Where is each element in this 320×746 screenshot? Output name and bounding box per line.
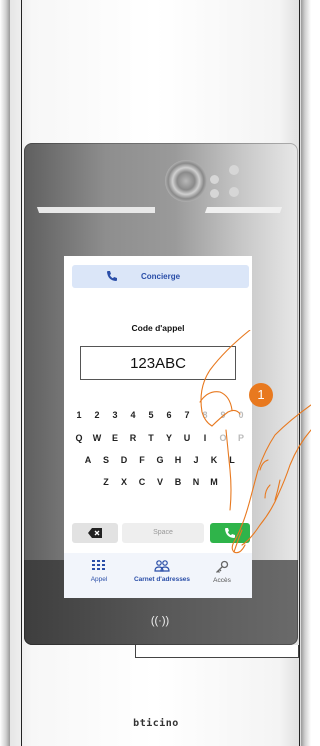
- sensor-dot: [229, 165, 239, 175]
- grid-icon: [92, 560, 105, 570]
- concierge-button[interactable]: Concierge: [72, 265, 249, 288]
- key-1[interactable]: 1: [70, 410, 88, 420]
- frame-line-left: [21, 0, 22, 746]
- key-f[interactable]: F: [133, 455, 151, 465]
- nav-label-appel: Appel: [90, 576, 108, 583]
- camera-icon: [165, 160, 207, 202]
- key-x[interactable]: X: [115, 477, 133, 487]
- card-slot: [135, 645, 299, 658]
- brand-logo: bticino: [133, 718, 179, 729]
- key-q[interactable]: Q: [70, 433, 88, 443]
- nfc-reader-icon: ((·)): [150, 615, 170, 627]
- key-r[interactable]: R: [124, 433, 142, 443]
- key-e[interactable]: E: [106, 433, 124, 443]
- key-3[interactable]: 3: [106, 410, 124, 420]
- backspace-icon: [88, 528, 102, 538]
- device-edge-left: [0, 0, 10, 746]
- light-strip-center: [85, 207, 155, 213]
- nav-item-appel[interactable]: Appel: [82, 560, 116, 583]
- key-s[interactable]: S: [97, 455, 115, 465]
- key-2[interactable]: 2: [88, 410, 106, 420]
- pointing-hand-illustration: [199, 330, 311, 554]
- key-a[interactable]: A: [79, 455, 97, 465]
- key-4[interactable]: 4: [124, 410, 142, 420]
- step-badge: 1: [249, 383, 273, 407]
- sensor-dot: [229, 187, 239, 197]
- sensor-dot: [210, 189, 219, 198]
- sensor-dot: [210, 175, 219, 184]
- key-d[interactable]: D: [115, 455, 133, 465]
- concierge-label: Concierge: [140, 272, 181, 281]
- light-strip-right: [204, 207, 283, 213]
- backspace-key[interactable]: [72, 523, 118, 543]
- key-z[interactable]: Z: [97, 477, 115, 487]
- key-c[interactable]: C: [133, 477, 151, 487]
- key-w[interactable]: W: [88, 433, 106, 443]
